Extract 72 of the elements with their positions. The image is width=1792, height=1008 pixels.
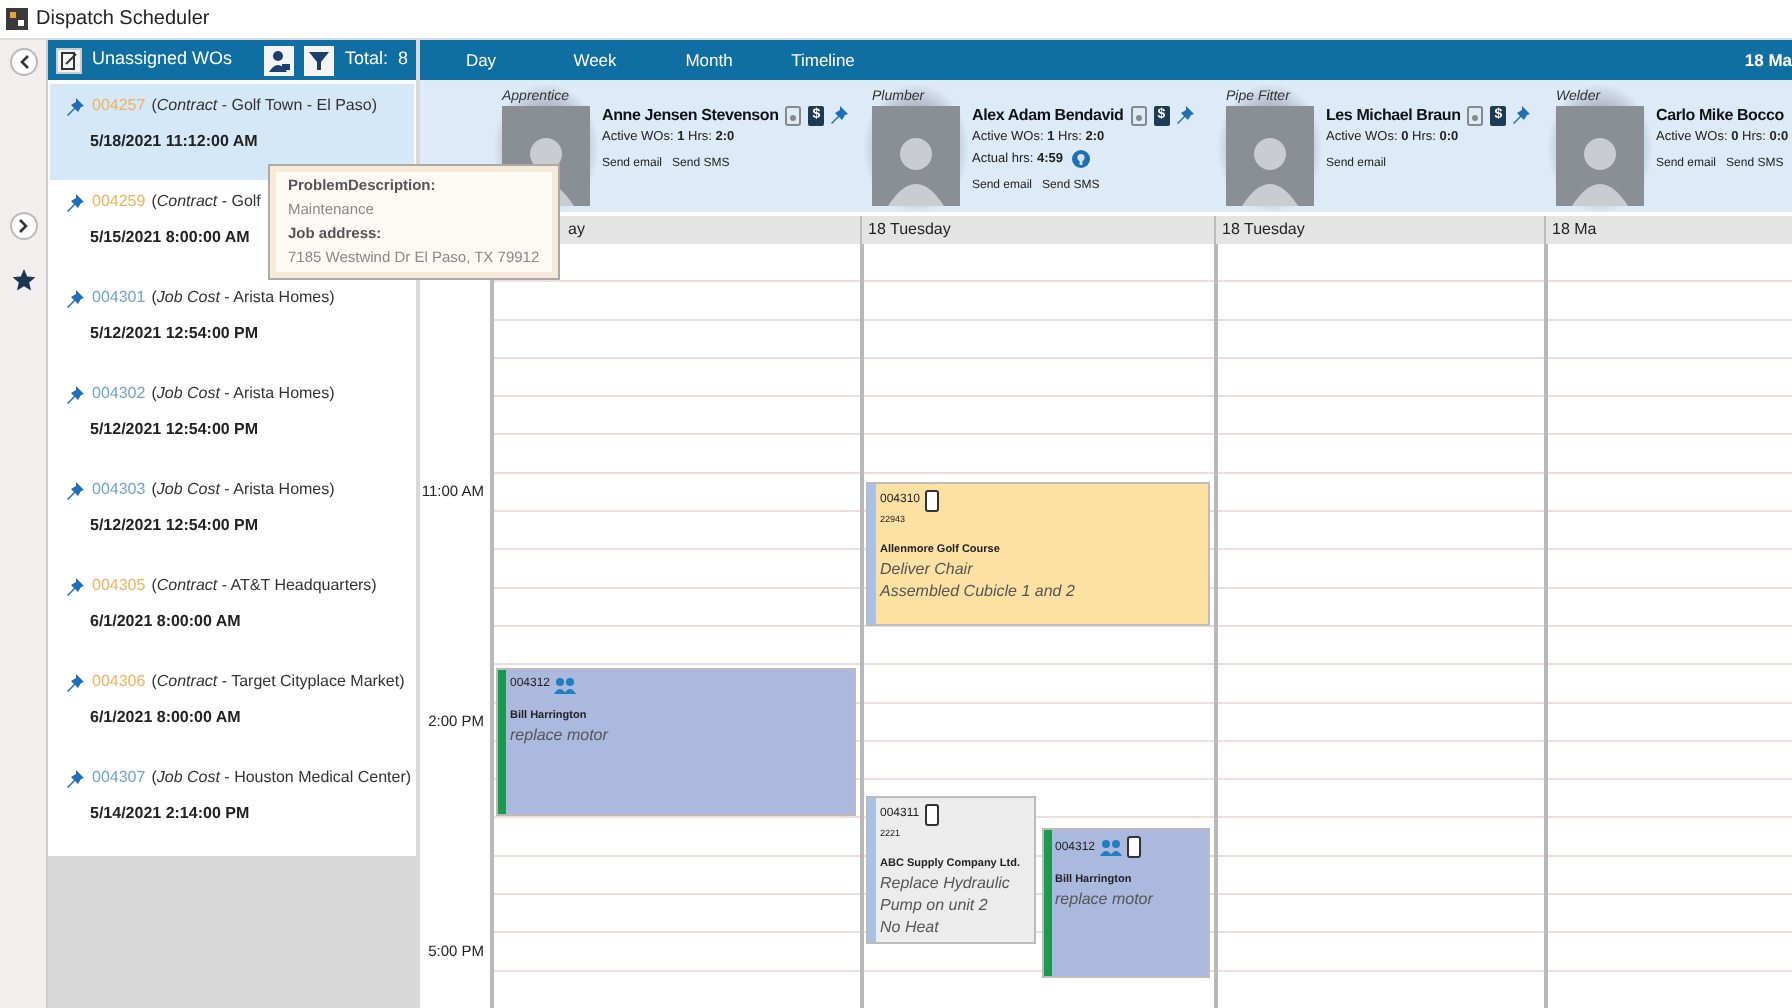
pin-icon[interactable] xyxy=(1175,104,1196,126)
window-title: Dispatch Scheduler xyxy=(36,6,210,34)
order-date: 5/12/2021 12:54:00 PM xyxy=(90,322,259,346)
pin-icon xyxy=(66,383,86,405)
device-icon xyxy=(784,105,803,125)
order-date: 5/18/2021 11:12:00 AM xyxy=(90,130,258,154)
date-heading: 18 Ma xyxy=(1744,47,1792,73)
view-tab[interactable]: Day xyxy=(424,47,538,73)
device-icon xyxy=(1129,105,1148,125)
panel-title: Unassigned WOs xyxy=(92,46,233,73)
order-detail: (Job Cost - Arista Homes) xyxy=(151,286,335,310)
order-detail: (Job Cost - Arista Homes) xyxy=(151,478,335,502)
assign-button[interactable] xyxy=(264,45,295,75)
order-date: 5/14/2021 2:14:00 PM xyxy=(90,802,250,826)
total-count: 8 xyxy=(397,46,408,73)
total-label: Total: xyxy=(344,46,388,73)
work-order-item[interactable]: 004257 (Contract - Golf Town - El Paso) 5/18/2021 11:12:00 AM xyxy=(50,84,414,180)
chevron-right-icon xyxy=(17,218,29,234)
order-date: 5/12/2021 12:54:00 PM xyxy=(90,418,259,442)
view-tab[interactable]: Timeline xyxy=(766,47,880,73)
event-description: replace motor xyxy=(1055,888,1156,911)
expand-button[interactable] xyxy=(9,212,37,240)
work-order-item[interactable]: 004305 (Contract - AT&T Headquarters) 6/1/2021 8:00:00 AM xyxy=(50,564,414,660)
pin-icon[interactable] xyxy=(1512,104,1533,126)
technician-name: Carlo Mike Bocco xyxy=(1656,104,1784,126)
event-description: Replace Hydraulic xyxy=(880,871,1012,894)
order-detail: (Job Cost - Houston Medical Center) xyxy=(151,766,412,790)
day-header: 18 Ma xyxy=(1544,216,1792,244)
order-detail: (Contract - AT&T Headquarters) xyxy=(151,574,377,598)
order-detail: (Contract - Golf Town - El Paso) xyxy=(151,94,377,118)
pin-icon xyxy=(66,767,86,789)
technician-name: Anne Jensen Stevenson xyxy=(602,104,779,126)
order-date: 5/15/2021 8:00:00 AM xyxy=(90,226,250,250)
order-date: 5/12/2021 12:54:00 PM xyxy=(90,514,259,538)
order-detail: (Job Cost - Arista Homes) xyxy=(151,382,335,406)
app-icon xyxy=(6,8,28,30)
day-header: 18 Tuesday xyxy=(1214,216,1544,244)
work-order-item[interactable]: 004306 (Contract - Target Cityplace Market) 6/1/2021 8:00:00 AM xyxy=(50,660,414,756)
pin-icon xyxy=(66,671,86,693)
order-detail: (Contract - Target Cityplace Market) xyxy=(151,670,405,694)
chevron-left-icon xyxy=(17,54,29,70)
star-icon[interactable] xyxy=(11,268,35,292)
work-order-item[interactable]: 004302 (Job Cost - Arista Homes) 5/12/2021 12:54:00 PM xyxy=(50,372,414,468)
pin-icon xyxy=(66,191,86,213)
pin-icon[interactable] xyxy=(830,104,851,126)
person-icon xyxy=(268,49,291,71)
technician-name: Les Michael Braun xyxy=(1326,104,1461,126)
filter-button[interactable] xyxy=(304,45,335,75)
technician-name: Alex Adam Bendavid xyxy=(972,104,1124,126)
device-icon xyxy=(1466,105,1485,125)
event-description: Assembled Cubicle 1 and 2 xyxy=(880,579,1077,602)
order-date: 6/1/2021 8:00:00 AM xyxy=(90,610,241,634)
view-tab[interactable]: Month xyxy=(652,47,766,73)
pin-icon xyxy=(66,575,86,597)
view-tab[interactable]: Week xyxy=(538,47,652,73)
pin-icon xyxy=(66,479,86,501)
work-order-item[interactable]: 004303 (Job Cost - Arista Homes) 5/12/2021 12:54:00 PM xyxy=(50,468,414,564)
work-order-item[interactable]: 004301 (Job Cost - Arista Homes) 5/12/2021 12:54:00 PM xyxy=(50,276,414,372)
pin-icon xyxy=(66,95,86,117)
work-order-item[interactable]: 004307 (Job Cost - Houston Medical Center) 5/14/2021 2:14:00 PM xyxy=(50,756,414,852)
collapse-button[interactable] xyxy=(9,48,37,76)
filter-icon xyxy=(308,49,331,71)
event-description: No Heat xyxy=(880,915,941,938)
event-description: Pump on unit 2 xyxy=(880,893,990,916)
event-description: Deliver Chair xyxy=(880,557,975,580)
event-description: replace motor xyxy=(510,723,611,746)
notepad-icon xyxy=(56,47,82,73)
bulb-icon xyxy=(1071,150,1090,168)
day-header: 18 Tuesday xyxy=(860,216,1214,244)
order-detail: (Contract - Golf xyxy=(151,190,261,214)
order-date: 6/1/2021 8:00:00 AM xyxy=(90,706,241,730)
pin-icon xyxy=(66,287,86,309)
